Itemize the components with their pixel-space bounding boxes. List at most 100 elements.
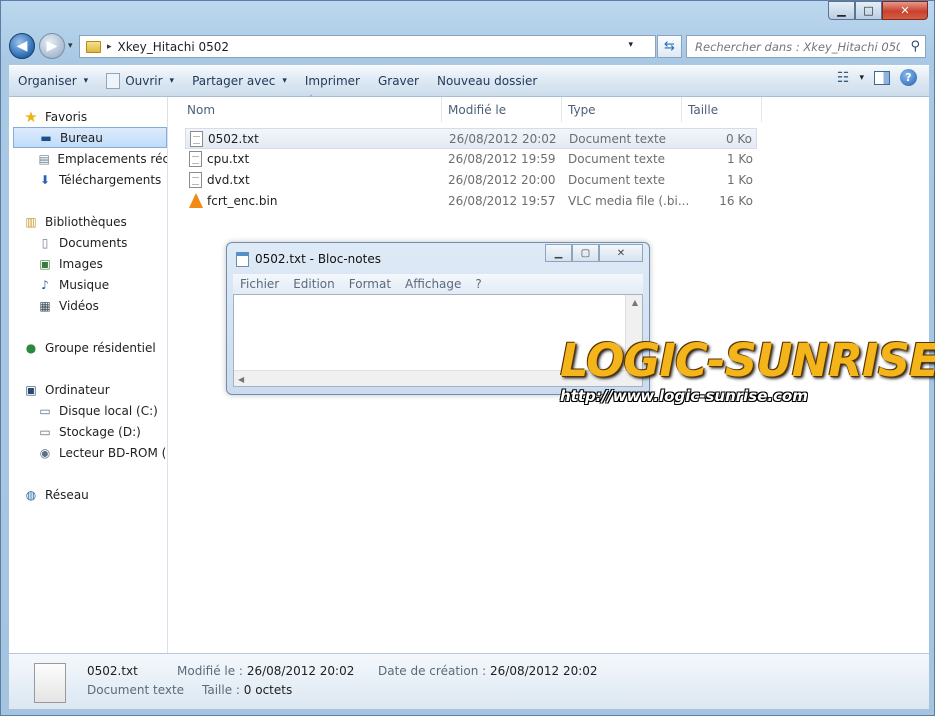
sidebar-label: Stockage (D:)	[59, 424, 141, 439]
new-folder-button[interactable]: Nouveau dossier	[428, 68, 546, 94]
share-button[interactable]: Partager avec ▾	[183, 68, 296, 94]
preview-pane-icon[interactable]	[874, 70, 890, 85]
sidebar-item-videos[interactable]: ▦ Vidéos	[37, 295, 167, 316]
file-row[interactable]: 0502.txt 26/08/2012 20:02 Document texte…	[185, 128, 757, 149]
text-file-icon	[189, 151, 202, 167]
search-input[interactable]	[695, 39, 900, 54]
search-icon[interactable]: ⚲	[910, 39, 920, 54]
menu-format[interactable]: Format	[342, 277, 398, 291]
file-date: 26/08/2012 20:02	[449, 132, 557, 146]
menu-help[interactable]: ?	[468, 277, 488, 291]
sidebar-item-documents[interactable]: ▯ Documents	[37, 232, 167, 253]
details-value: 26/08/2012 20:02	[246, 664, 355, 678]
command-bar: Organiser ▾ Ouvrir ▾ Partager avec ▾ Imprim…	[9, 65, 929, 97]
print-button[interactable]: Imprimer	[296, 68, 369, 94]
details-label: Date de création :	[378, 664, 487, 678]
column-header-modified[interactable]: Modifié le	[442, 97, 562, 122]
sidebar-item-images[interactable]: ▣ Images	[37, 253, 167, 274]
chevron-down-icon: ▾	[83, 76, 89, 86]
file-type: Document texte	[569, 132, 667, 146]
file-size: 16 Ko	[719, 194, 753, 208]
sidebar-item-computer[interactable]: ▣ Ordinateur	[23, 379, 167, 400]
sidebar-label: Documents	[59, 235, 128, 250]
view-options-dropdown[interactable]: ▾	[859, 73, 864, 83]
sidebar-label: Disque local (C:)	[59, 403, 158, 418]
text-file-icon	[189, 172, 202, 188]
notepad-maximize-button[interactable]: ▢	[572, 244, 599, 262]
sidebar-item-music[interactable]: ♪ Musique	[37, 274, 167, 295]
text-file-icon	[34, 663, 66, 703]
navigation-pane: ★ Favoris ▬ Bureau ▤ Emplacements récents ⬇…	[9, 97, 168, 653]
organize-button[interactable]: Organiser ▾	[9, 68, 97, 94]
burn-button[interactable]: Graver	[369, 68, 428, 94]
sidebar-item-homegroup[interactable]: ● Groupe résidentiel	[23, 337, 167, 358]
libraries-icon: ▥	[25, 214, 37, 229]
vlc-cone-icon	[189, 193, 203, 208]
details-size: Taille : 0 octets	[202, 683, 292, 697]
file-row[interactable]: dvd.txt 26/08/2012 20:00 Document texte …	[185, 170, 757, 191]
search-box[interactable]: ⚲	[686, 35, 926, 58]
recent-pages-dropdown[interactable]: ▾	[68, 41, 73, 51]
sidebar-item-bureau[interactable]: ▬ Bureau	[13, 127, 167, 148]
refresh-button[interactable]: ⇆	[657, 35, 682, 58]
details-value: 26/08/2012 20:02	[490, 664, 598, 678]
sort-ascending-icon: ˄	[309, 94, 313, 103]
watermark: LOGIC-SUNRISE http://www.logic-sunrise.c…	[560, 338, 935, 418]
notepad-minimize-button[interactable]: ▁	[545, 244, 572, 262]
details-label: Taille :	[202, 683, 240, 697]
notepad-close-button[interactable]: ✕	[599, 244, 643, 262]
forward-button[interactable]: ▶	[39, 33, 65, 59]
text-file-icon	[190, 131, 203, 147]
sidebar-item-libraries[interactable]: ▥ Bibliothèques	[23, 211, 167, 232]
local-disk-icon: ▭	[39, 403, 51, 418]
breadcrumb-current-folder[interactable]: Xkey_Hitachi 0502	[118, 40, 230, 54]
file-date: 26/08/2012 20:00	[448, 173, 556, 187]
menu-affichage[interactable]: Affichage	[398, 277, 468, 291]
sidebar-label: Favoris	[45, 109, 88, 124]
change-view-icon[interactable]: ☷	[837, 70, 850, 86]
share-label: Partager avec	[192, 74, 276, 88]
back-button[interactable]: ◀	[9, 33, 35, 59]
sidebar-item-recent-places[interactable]: ▤ Emplacements récents	[37, 148, 168, 169]
minimize-button[interactable]: ▁	[828, 1, 855, 20]
menu-fichier[interactable]: Fichier	[233, 277, 286, 291]
images-icon: ▣	[39, 256, 51, 271]
column-header-type[interactable]: Type	[562, 97, 682, 122]
sidebar-label: Réseau	[45, 487, 89, 502]
watermark-url: http://www.logic-sunrise.com	[560, 387, 808, 405]
address-bar[interactable]: ▸ Xkey_Hitachi 0502 ▾	[79, 35, 656, 58]
column-header-size[interactable]: Taille	[682, 97, 762, 122]
sidebar-item-disk-c[interactable]: ▭ Disque local (C:)	[37, 400, 167, 421]
sidebar-item-network[interactable]: ◍ Réseau	[23, 484, 167, 505]
menu-edition[interactable]: Edition	[286, 277, 342, 291]
file-row[interactable]: fcrt_enc.bin 26/08/2012 19:57 VLC media …	[185, 191, 757, 212]
notepad-icon	[106, 73, 121, 89]
sidebar-item-downloads[interactable]: ⬇ Téléchargements	[37, 169, 167, 190]
scroll-up-icon[interactable]: ▲	[632, 298, 638, 307]
computer-icon: ▣	[25, 382, 37, 397]
sidebar-item-disk-d[interactable]: ▭ Stockage (D:)	[37, 421, 167, 442]
scroll-left-icon[interactable]: ◀	[238, 375, 244, 384]
maximize-button[interactable]: □	[855, 1, 882, 20]
file-type: VLC media file (.bi...	[568, 194, 690, 208]
close-button[interactable]: ✕	[882, 1, 928, 20]
help-icon[interactable]: ?	[900, 69, 917, 86]
notepad-menubar: Fichier Edition Format Affichage ?	[233, 274, 643, 294]
star-icon: ★	[24, 107, 38, 126]
file-name: cpu.txt	[207, 152, 250, 166]
sidebar-label: Emplacements récents	[57, 151, 168, 166]
file-size: 1 Ko	[726, 173, 753, 187]
details-label: Modifié le :	[177, 664, 243, 678]
open-button[interactable]: Ouvrir ▾	[97, 68, 183, 94]
sidebar-item-bdrom[interactable]: ◉ Lecteur BD-ROM (G:)	[37, 442, 167, 463]
sidebar-item-favorites[interactable]: ★ Favoris	[23, 106, 167, 127]
open-label: Ouvrir	[125, 74, 163, 88]
sidebar-label: Images	[59, 256, 103, 271]
address-history-dropdown[interactable]: ▾	[628, 40, 633, 50]
file-name: dvd.txt	[207, 173, 250, 187]
file-type: Document texte	[568, 152, 666, 166]
sidebar-label: Vidéos	[59, 298, 99, 313]
breadcrumb-arrow-icon[interactable]: ▸	[107, 42, 112, 52]
column-header-name[interactable]: Nom ˄	[169, 94, 442, 122]
file-row[interactable]: cpu.txt 26/08/2012 19:59 Document texte …	[185, 149, 757, 170]
